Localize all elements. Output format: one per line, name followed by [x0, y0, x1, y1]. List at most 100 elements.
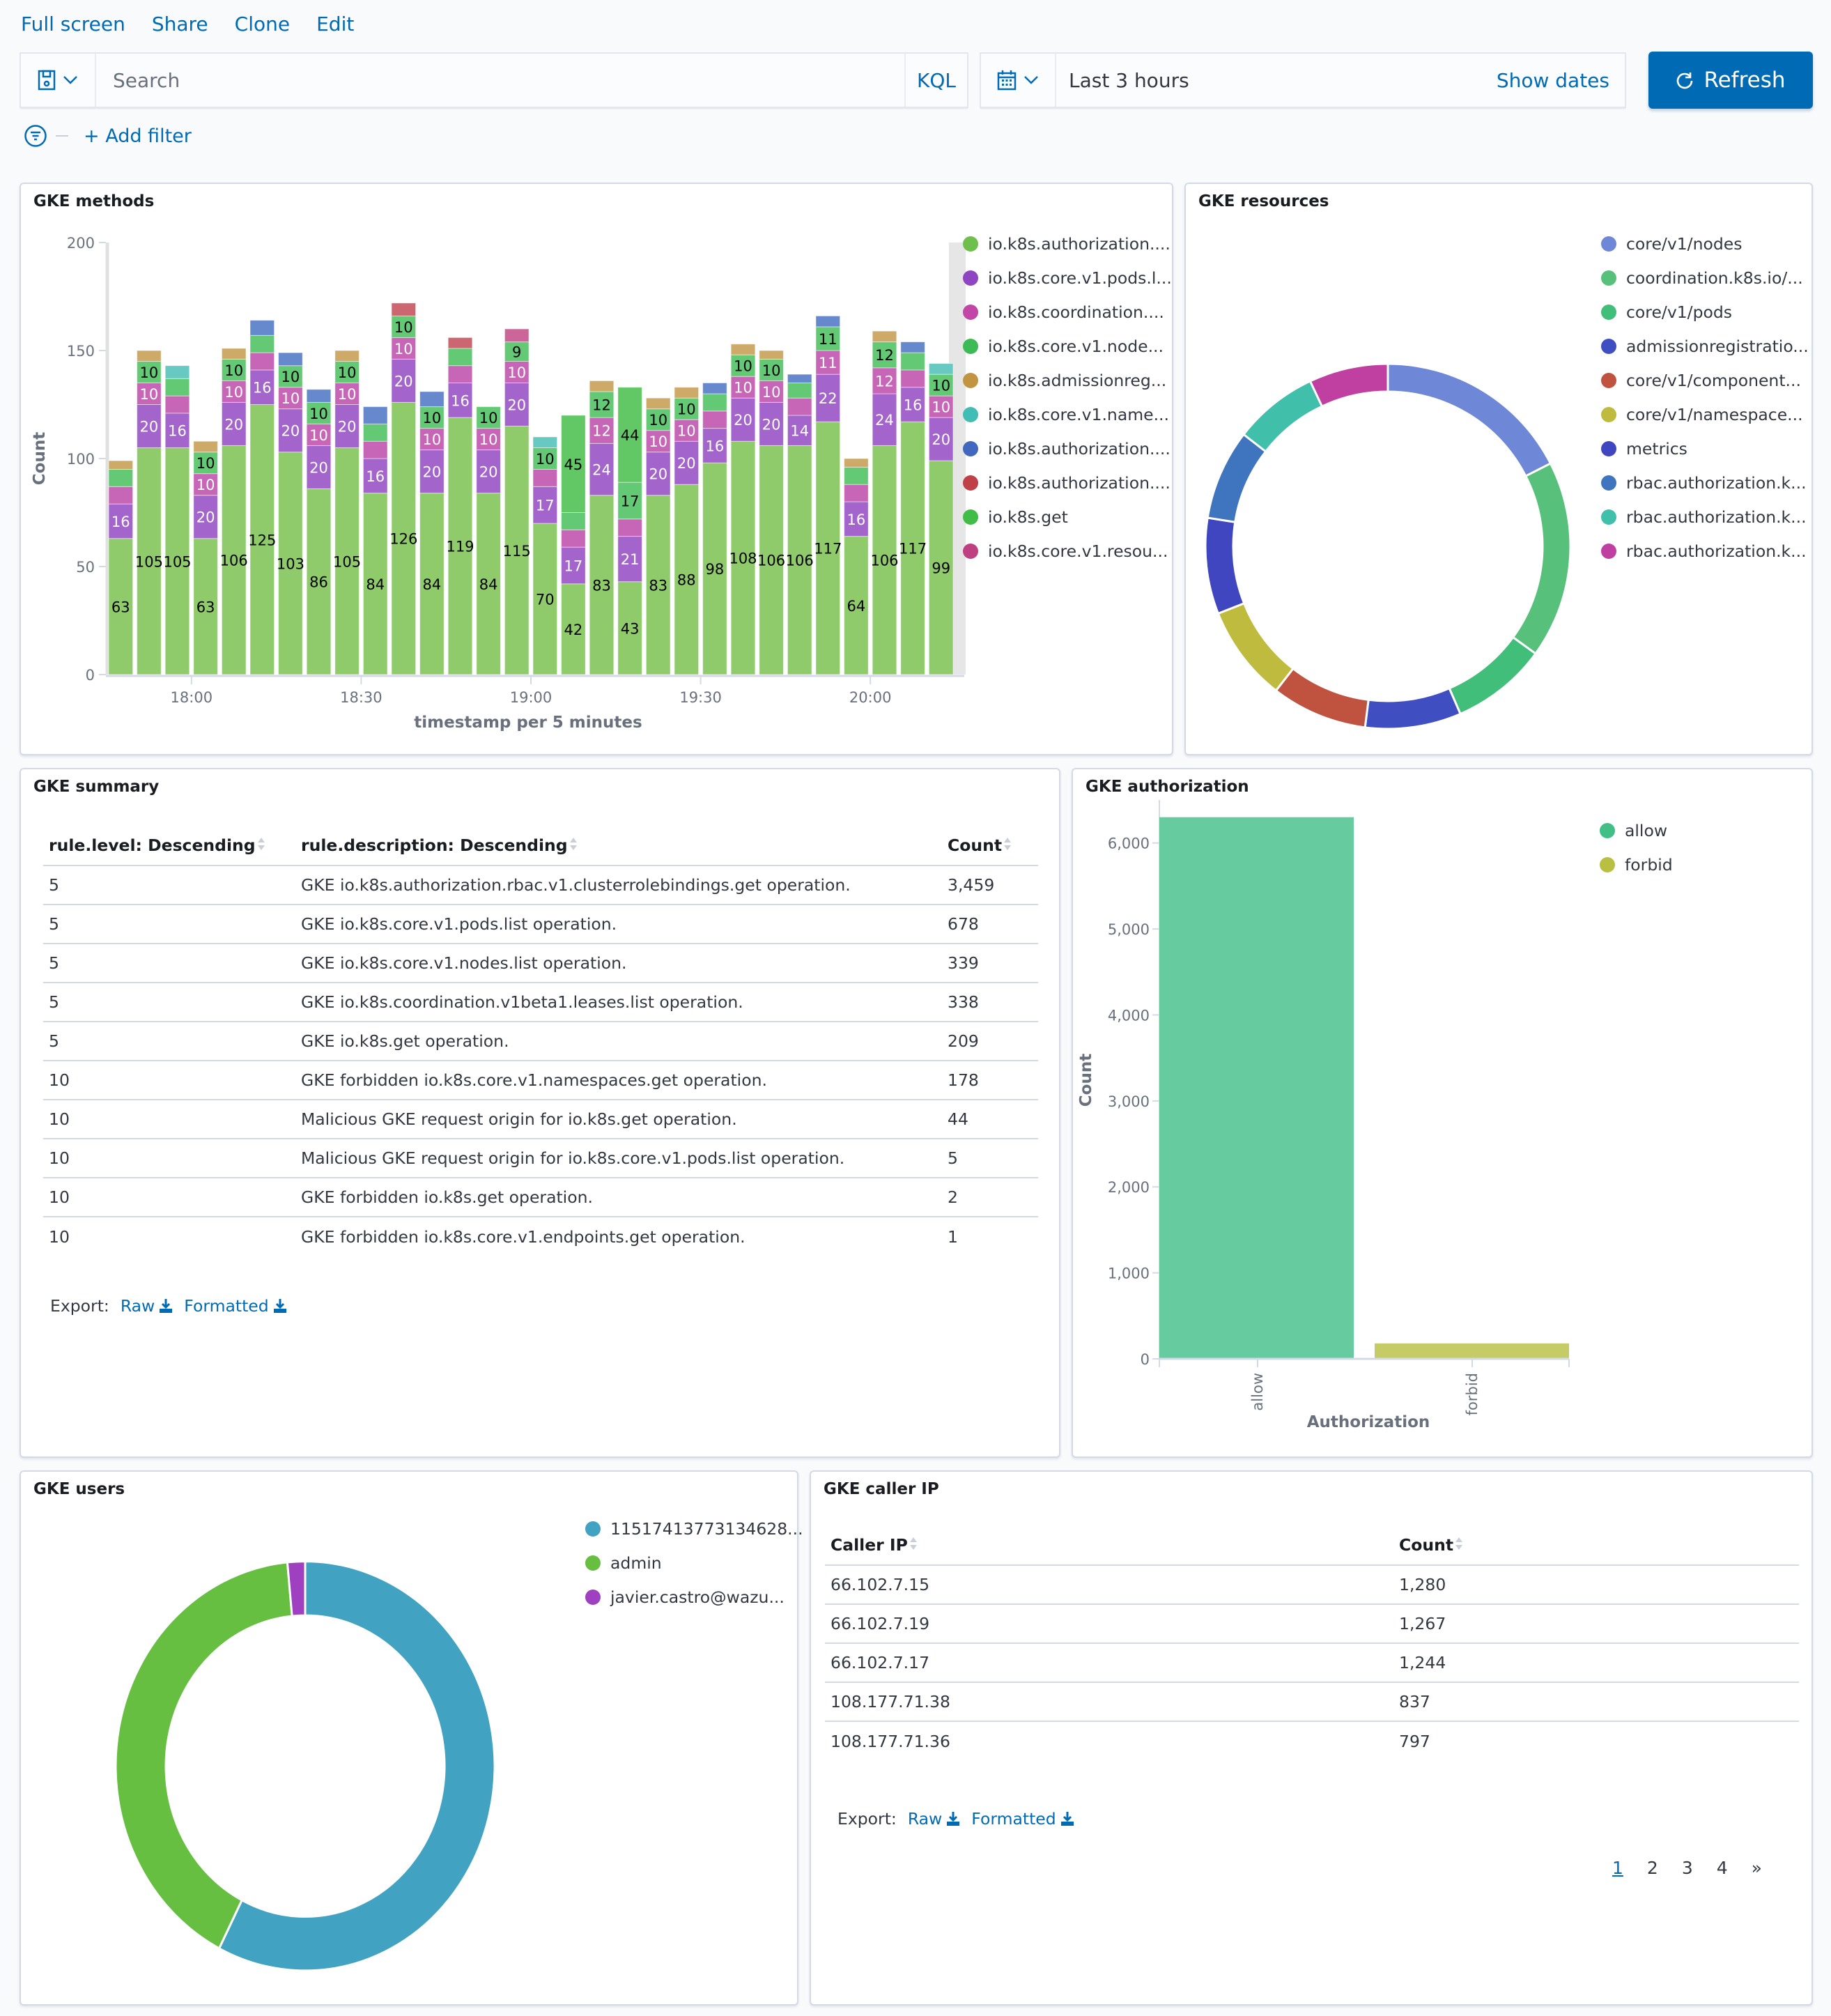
table-cell[interactable]: Malicious GKE request origin for io.k8s.…: [295, 1100, 942, 1139]
next-page-button[interactable]: »: [1752, 1858, 1762, 1878]
table-cell[interactable]: 1: [942, 1217, 1038, 1256]
table-cell[interactable]: 66.102.7.15: [825, 1565, 1393, 1605]
table-cell[interactable]: 1,267: [1393, 1604, 1799, 1644]
table-cell[interactable]: 66.102.7.17: [825, 1643, 1393, 1683]
legend-item[interactable]: admissionregistratio...: [1601, 337, 1809, 356]
sort-icon[interactable]: [569, 836, 578, 856]
table-cell[interactable]: GKE forbidden io.k8s.get operation.: [295, 1178, 942, 1217]
legend-item[interactable]: rbac.authorization.k...: [1601, 507, 1809, 527]
legend-item[interactable]: io.k8s.core.v1.name...: [963, 405, 1172, 424]
legend-item[interactable]: io.k8s.core.v1.node...: [963, 337, 1172, 356]
table-cell[interactable]: 797: [1393, 1721, 1799, 1760]
sort-icon[interactable]: [257, 836, 265, 856]
query-language-toggle[interactable]: KQL: [904, 54, 967, 107]
legend-item[interactable]: io.k8s.core.v1.pods.l...: [963, 268, 1172, 288]
legend-item[interactable]: 11517413773134628...: [585, 1519, 803, 1539]
column-header-rule-level[interactable]: rule.level: Descending: [43, 826, 295, 866]
search-input[interactable]: [96, 54, 904, 107]
table-cell[interactable]: 1,244: [1393, 1643, 1799, 1683]
table-cell[interactable]: GKE io.k8s.core.v1.nodes.list operation.: [295, 944, 942, 983]
table-cell[interactable]: 178: [942, 1061, 1038, 1100]
legend-item[interactable]: rbac.authorization.k...: [1601, 473, 1809, 493]
legend-item[interactable]: metrics: [1601, 439, 1809, 459]
column-header-count[interactable]: Count: [1393, 1526, 1799, 1566]
sort-icon[interactable]: [1003, 836, 1012, 856]
legend-item[interactable]: rbac.authorization.k...: [1601, 541, 1809, 561]
legend-item[interactable]: io.k8s.admissionreg...: [963, 371, 1172, 390]
legend-item[interactable]: io.k8s.core.v1.resou...: [963, 541, 1172, 561]
table-cell[interactable]: GKE io.k8s.authorization.rbac.v1.cluster…: [295, 865, 942, 905]
table-cell[interactable]: 338: [942, 983, 1038, 1022]
filter-options-icon[interactable]: [24, 124, 47, 148]
table-cell[interactable]: GKE forbidden io.k8s.core.v1.endpoints.g…: [295, 1217, 942, 1256]
table-cell[interactable]: GKE io.k8s.get operation.: [295, 1022, 942, 1061]
legend-label: 11517413773134628...: [610, 1519, 803, 1539]
column-header-caller-ip[interactable]: Caller IP: [825, 1526, 1393, 1566]
table-cell[interactable]: 209: [942, 1022, 1038, 1061]
table-cell[interactable]: Malicious GKE request origin for io.k8s.…: [295, 1139, 942, 1178]
export-raw-link[interactable]: Raw: [908, 1809, 960, 1829]
page-button[interactable]: 4: [1717, 1858, 1728, 1878]
table-cell[interactable]: 5: [43, 983, 295, 1022]
table-cell[interactable]: 44: [942, 1100, 1038, 1139]
table-cell[interactable]: GKE io.k8s.coordination.v1beta1.leases.l…: [295, 983, 942, 1022]
column-header-count[interactable]: Count: [942, 826, 1038, 866]
table-cell[interactable]: 10: [43, 1061, 295, 1100]
refresh-button[interactable]: Refresh: [1648, 52, 1813, 109]
table-cell[interactable]: 2: [942, 1178, 1038, 1217]
page-button[interactable]: 1: [1612, 1858, 1623, 1878]
page-button[interactable]: 3: [1682, 1858, 1693, 1878]
date-range-text[interactable]: Last 3 hours: [1056, 69, 1497, 92]
table-cell[interactable]: 108.177.71.36: [825, 1721, 1393, 1760]
sort-icon[interactable]: [1455, 1536, 1463, 1555]
table-cell[interactable]: 339: [942, 944, 1038, 983]
show-dates-link[interactable]: Show dates: [1497, 69, 1625, 92]
export-raw-link[interactable]: Raw: [121, 1296, 173, 1316]
table-cell[interactable]: 837: [1393, 1682, 1799, 1722]
full-screen-link[interactable]: Full screen: [21, 13, 125, 36]
table-cell[interactable]: 1,280: [1393, 1565, 1799, 1605]
legend-item[interactable]: io.k8s.get: [963, 507, 1172, 527]
saved-query-button[interactable]: [21, 54, 96, 107]
table-cell[interactable]: 3,459: [942, 865, 1038, 905]
quick-date-button[interactable]: [981, 54, 1056, 107]
table-cell[interactable]: GKE forbidden io.k8s.core.v1.namespaces.…: [295, 1061, 942, 1100]
table-cell[interactable]: 10: [43, 1217, 295, 1256]
bar-value-label: 12: [592, 423, 611, 440]
table-cell[interactable]: 5: [942, 1139, 1038, 1178]
table-cell[interactable]: 10: [43, 1139, 295, 1178]
legend-item[interactable]: core/v1/pods: [1601, 302, 1809, 322]
edit-link[interactable]: Edit: [316, 13, 354, 36]
table-cell[interactable]: 5: [43, 944, 295, 983]
export-formatted-link[interactable]: Formatted: [184, 1296, 286, 1316]
clone-link[interactable]: Clone: [235, 13, 290, 36]
bar-value-label: 125: [248, 532, 276, 548]
table-cell[interactable]: 5: [43, 905, 295, 944]
legend-item[interactable]: io.k8s.authorization....: [963, 234, 1172, 254]
add-filter-button[interactable]: + Add filter: [84, 125, 192, 147]
table-cell[interactable]: GKE io.k8s.core.v1.pods.list operation.: [295, 905, 942, 944]
table-cell[interactable]: 10: [43, 1100, 295, 1139]
table-cell[interactable]: 10: [43, 1178, 295, 1217]
export-formatted-link[interactable]: Formatted: [971, 1809, 1074, 1829]
column-header-rule-description[interactable]: rule.description: Descending: [295, 826, 942, 866]
legend-item[interactable]: forbid: [1600, 855, 1673, 875]
legend-item[interactable]: core/v1/nodes: [1601, 234, 1809, 254]
legend-item[interactable]: javier.castro@wazu...: [585, 1587, 803, 1607]
table-cell[interactable]: 108.177.71.38: [825, 1682, 1393, 1722]
table-cell[interactable]: 5: [43, 865, 295, 905]
page-button[interactable]: 2: [1647, 1858, 1658, 1878]
legend-item[interactable]: admin: [585, 1553, 803, 1573]
legend-item[interactable]: core/v1/component...: [1601, 371, 1809, 390]
legend-item[interactable]: io.k8s.coordination....: [963, 302, 1172, 322]
table-cell[interactable]: 5: [43, 1022, 295, 1061]
legend-item[interactable]: io.k8s.authorization....: [963, 473, 1172, 493]
share-link[interactable]: Share: [152, 13, 208, 36]
legend-item[interactable]: core/v1/namespace...: [1601, 405, 1809, 424]
table-cell[interactable]: 678: [942, 905, 1038, 944]
table-cell[interactable]: 66.102.7.19: [825, 1604, 1393, 1644]
legend-item[interactable]: coordination.k8s.io/...: [1601, 268, 1809, 288]
legend-item[interactable]: io.k8s.authorization....: [963, 439, 1172, 459]
sort-icon[interactable]: [909, 1536, 918, 1555]
legend-item[interactable]: allow: [1600, 821, 1673, 840]
